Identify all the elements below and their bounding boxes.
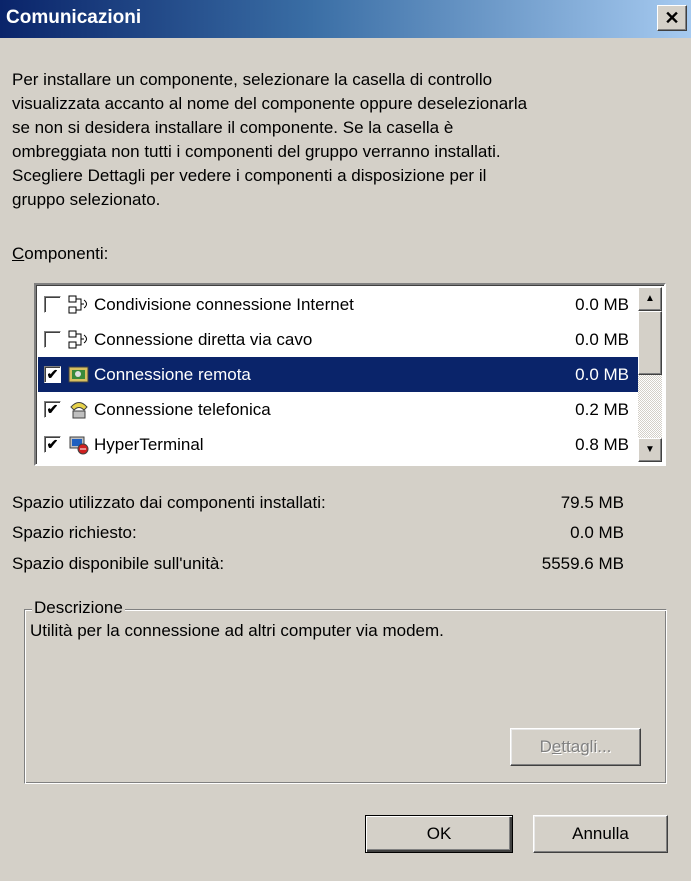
title-bar[interactable]: Comunicazioni ✕ bbox=[0, 0, 691, 38]
component-checkbox[interactable] bbox=[44, 296, 61, 313]
component-row[interactable]: Condivisione connessione Internet 0.0 MB bbox=[38, 287, 639, 322]
scroll-up-button[interactable]: ▲ bbox=[638, 287, 662, 311]
details-accel: e bbox=[551, 737, 562, 756]
details-pre: D bbox=[539, 737, 552, 756]
component-label: Connessione remota bbox=[94, 365, 251, 384]
arrow-down-icon: ▼ bbox=[645, 444, 655, 455]
components-label: Componenti: bbox=[12, 244, 108, 264]
component-checkbox[interactable] bbox=[44, 331, 61, 348]
component-label: Connessione diretta via cavo bbox=[94, 330, 313, 349]
hyperterminal-icon bbox=[68, 434, 90, 456]
instructions-line: gruppo selezionato. bbox=[12, 190, 161, 209]
components-label-accel: C bbox=[12, 244, 25, 263]
list-scrollbar[interactable]: ▲ ▼ bbox=[638, 287, 662, 462]
space-available-label: Spazio disponibile sull'unità: bbox=[12, 554, 225, 573]
window-title: Comunicazioni bbox=[6, 7, 142, 28]
component-label: Condivisione connessione Internet bbox=[94, 295, 354, 314]
space-available-value: 5559.6 MB bbox=[541, 554, 624, 573]
component-checkbox[interactable]: ✔ bbox=[44, 436, 61, 453]
description-text: Utilità per la connessione ad altri comp… bbox=[30, 621, 444, 640]
network-icon bbox=[68, 329, 90, 351]
close-icon: ✕ bbox=[664, 8, 680, 28]
component-row[interactable]: ✔ Connessione telefonica 0.2 MB bbox=[38, 392, 639, 427]
description-legend: Descrizione bbox=[32, 598, 125, 618]
close-button[interactable]: ✕ bbox=[657, 5, 687, 31]
component-label: Connessione telefonica bbox=[94, 400, 271, 419]
components-label-rest: omponenti: bbox=[24, 244, 109, 263]
details-post: ttagli... bbox=[561, 737, 612, 756]
cancel-button[interactable]: Annulla bbox=[533, 815, 668, 853]
instructions-line: Per installare un componente, selezionar… bbox=[12, 70, 493, 89]
components-list[interactable]: Condivisione connessione Internet 0.0 MB C… bbox=[34, 283, 666, 466]
details-button[interactable]: Dettagli... bbox=[510, 728, 641, 766]
instructions-line: ombreggiata non tutti i componenti del g… bbox=[12, 142, 501, 161]
component-size: 0.0 MB bbox=[575, 330, 629, 349]
arrow-up-icon: ▲ bbox=[645, 293, 655, 304]
scroll-thumb[interactable] bbox=[638, 311, 662, 375]
component-size: 0.8 MB bbox=[575, 435, 629, 454]
component-label: HyperTerminal bbox=[94, 435, 204, 454]
instructions-line: se non si desidera installare il compone… bbox=[12, 118, 454, 137]
space-installed-value: 79.5 MB bbox=[560, 493, 624, 512]
phone-icon bbox=[68, 399, 90, 421]
component-size: 0.0 MB bbox=[575, 365, 629, 384]
component-checkbox[interactable]: ✔ bbox=[44, 401, 61, 418]
component-size: 0.2 MB bbox=[575, 400, 629, 419]
dialup-icon bbox=[68, 364, 90, 386]
scroll-down-button[interactable]: ▼ bbox=[638, 438, 662, 462]
space-required-label: Spazio richiesto: bbox=[12, 523, 137, 542]
component-row[interactable]: ✔ Connessione remota 0.0 MB bbox=[38, 357, 639, 392]
instructions-text: Per installare un componente, selezionar… bbox=[12, 68, 684, 212]
component-row[interactable]: Connessione diretta via cavo 0.0 MB bbox=[38, 322, 639, 357]
component-row[interactable]: ✔ HyperTerminal 0.8 MB bbox=[38, 427, 639, 462]
instructions-line: Scegliere Dettagli per vedere i componen… bbox=[12, 166, 487, 185]
network-icon bbox=[68, 294, 90, 316]
ok-button[interactable]: OK bbox=[365, 815, 513, 853]
space-required-value: 0.0 MB bbox=[570, 523, 624, 542]
component-size: 0.0 MB bbox=[575, 295, 629, 314]
space-installed-label: Spazio utilizzato dai componenti install… bbox=[12, 493, 326, 512]
component-checkbox[interactable]: ✔ bbox=[44, 366, 61, 383]
instructions-line: visualizzata accanto al nome del compone… bbox=[12, 94, 528, 113]
